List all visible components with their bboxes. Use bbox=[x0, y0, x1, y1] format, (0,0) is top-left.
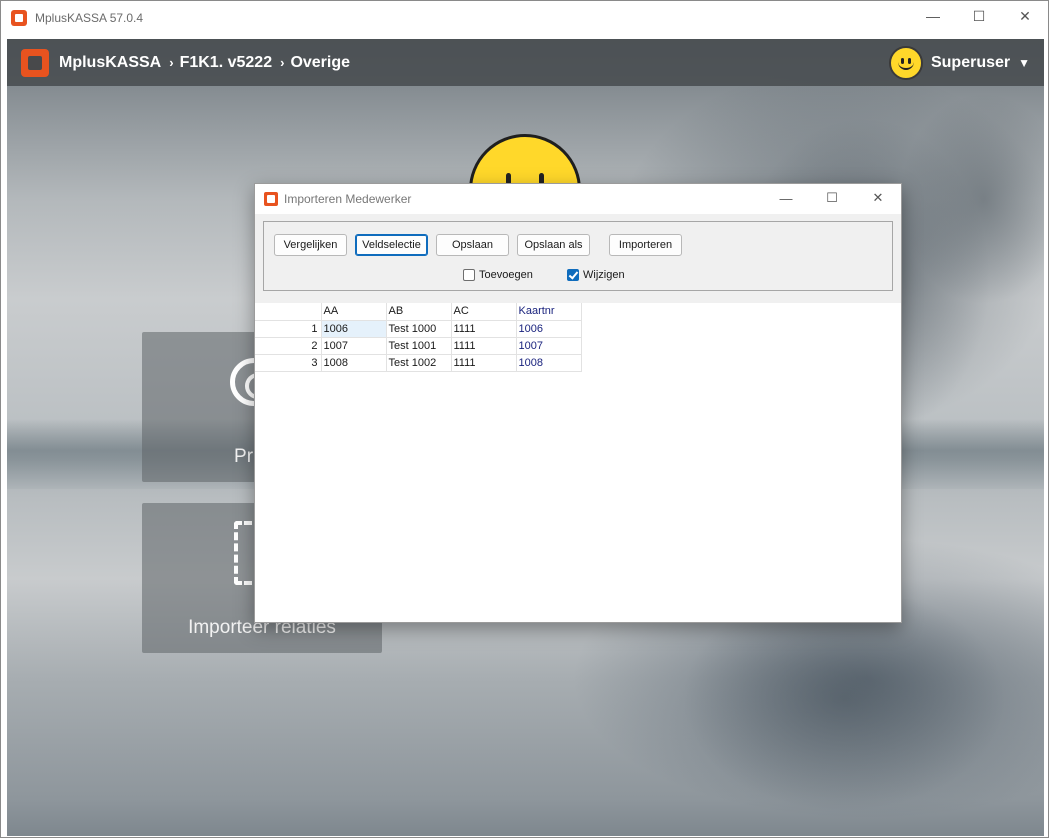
data-grid[interactable]: AA AB AC Kaartnr 1 1006 Test 1000 1111 1… bbox=[255, 303, 582, 372]
cell-ac[interactable]: 1111 bbox=[451, 354, 517, 372]
wijzigen-checkbox-box[interactable] bbox=[567, 269, 579, 281]
user-name[interactable]: Superuser bbox=[931, 54, 1010, 72]
app-header: MplusKASSA › F1K1. v5222 › Overige Super… bbox=[7, 39, 1044, 86]
column-header-ab[interactable]: AB bbox=[386, 303, 452, 321]
row-number[interactable]: 3 bbox=[255, 354, 322, 372]
dialog-minimize-button[interactable]: — bbox=[763, 184, 809, 212]
window-controls: — ☐ ✕ bbox=[910, 1, 1048, 35]
dialog-title: Importeren Medewerker bbox=[284, 192, 412, 206]
veldselectie-button[interactable]: Veldselectie bbox=[355, 234, 428, 256]
row-number[interactable]: 1 bbox=[255, 320, 322, 338]
breadcrumb-separator-icon: › bbox=[280, 55, 285, 70]
dialog-titlebar[interactable]: Importeren Medewerker — ☐ ✕ bbox=[255, 184, 901, 214]
cell-kaartnr[interactable]: 1008 bbox=[516, 354, 582, 372]
table-row[interactable]: 2 1007 Test 1001 1111 1007 bbox=[255, 337, 582, 355]
import-dialog: Importeren Medewerker — ☐ ✕ Vergelijken … bbox=[254, 183, 902, 623]
vergelijken-button[interactable]: Vergelijken bbox=[274, 234, 347, 256]
brand-logo-icon[interactable] bbox=[21, 48, 49, 77]
dialog-app-icon bbox=[264, 192, 278, 206]
breadcrumb-item-current[interactable]: Overige bbox=[290, 54, 350, 72]
toevoegen-checkbox-label[interactable]: Toevoegen bbox=[479, 269, 533, 281]
cell-ac[interactable]: 1111 bbox=[451, 337, 517, 355]
background-reflection bbox=[584, 599, 1044, 836]
toevoegen-checkbox[interactable]: Toevoegen bbox=[463, 268, 533, 282]
app-window: MplusKASSA 57.0.4 — ☐ ✕ MplusKASSA › F1K… bbox=[0, 0, 1049, 838]
breadcrumb-separator-icon: › bbox=[169, 55, 174, 70]
dialog-close-button[interactable]: ✕ bbox=[855, 184, 901, 212]
cell-ac[interactable]: 1111 bbox=[451, 320, 517, 338]
cell-aa[interactable]: 1008 bbox=[321, 354, 387, 372]
opslaan-als-button[interactable]: Opslaan als bbox=[517, 234, 590, 256]
column-header-aa[interactable]: AA bbox=[321, 303, 387, 321]
column-header-ac[interactable]: AC bbox=[451, 303, 517, 321]
dialog-window-controls: — ☐ ✕ bbox=[763, 184, 901, 214]
table-row[interactable]: 1 1006 Test 1000 1111 1006 bbox=[255, 320, 582, 338]
wijzigen-checkbox-label[interactable]: Wijzigen bbox=[583, 269, 625, 281]
user-menu[interactable]: Superuser ▼ bbox=[888, 39, 1030, 86]
chevron-down-icon[interactable]: ▼ bbox=[1018, 56, 1030, 70]
toevoegen-checkbox-box[interactable] bbox=[463, 269, 475, 281]
maximize-button[interactable]: ☐ bbox=[956, 1, 1002, 31]
user-avatar-smiley-icon[interactable] bbox=[888, 45, 923, 80]
row-number[interactable]: 2 bbox=[255, 337, 322, 355]
dialog-maximize-button[interactable]: ☐ bbox=[809, 184, 855, 212]
cell-ab[interactable]: Test 1002 bbox=[386, 354, 452, 372]
breadcrumb-item-branch[interactable]: F1K1. v5222 bbox=[180, 54, 273, 72]
grid-corner-cell[interactable] bbox=[255, 303, 322, 321]
cell-kaartnr[interactable]: 1006 bbox=[516, 320, 582, 338]
opslaan-button[interactable]: Opslaan bbox=[436, 234, 509, 256]
app-window-title: MplusKASSA 57.0.4 bbox=[35, 11, 144, 25]
app-titlebar: MplusKASSA 57.0.4 — ☐ ✕ bbox=[1, 1, 1048, 35]
wijzigen-checkbox[interactable]: Wijzigen bbox=[567, 268, 625, 282]
avatar-mouth bbox=[897, 60, 914, 70]
cell-ab[interactable]: Test 1000 bbox=[386, 320, 452, 338]
data-grid-area[interactable]: AA AB AC Kaartnr 1 1006 Test 1000 1111 1… bbox=[255, 303, 901, 622]
column-header-kaartnr[interactable]: Kaartnr bbox=[516, 303, 582, 321]
dialog-toolbar-area: Vergelijken Veldselectie Opslaan Opslaan… bbox=[255, 214, 901, 303]
table-row[interactable]: 3 1008 Test 1002 1111 1008 bbox=[255, 354, 582, 372]
cell-kaartnr[interactable]: 1007 bbox=[516, 337, 582, 355]
cell-ab[interactable]: Test 1001 bbox=[386, 337, 452, 355]
minimize-button[interactable]: — bbox=[910, 1, 956, 31]
importeren-button[interactable]: Importeren bbox=[609, 234, 682, 256]
toolbar-group: Vergelijken Veldselectie Opslaan Opslaan… bbox=[263, 221, 893, 291]
grid-header-row: AA AB AC Kaartnr bbox=[255, 303, 582, 321]
app-logo-icon bbox=[11, 10, 27, 26]
close-button[interactable]: ✕ bbox=[1002, 1, 1048, 31]
breadcrumb-item-app[interactable]: MplusKASSA bbox=[59, 54, 161, 72]
cell-aa[interactable]: 1006 bbox=[321, 320, 387, 338]
cell-aa[interactable]: 1007 bbox=[321, 337, 387, 355]
